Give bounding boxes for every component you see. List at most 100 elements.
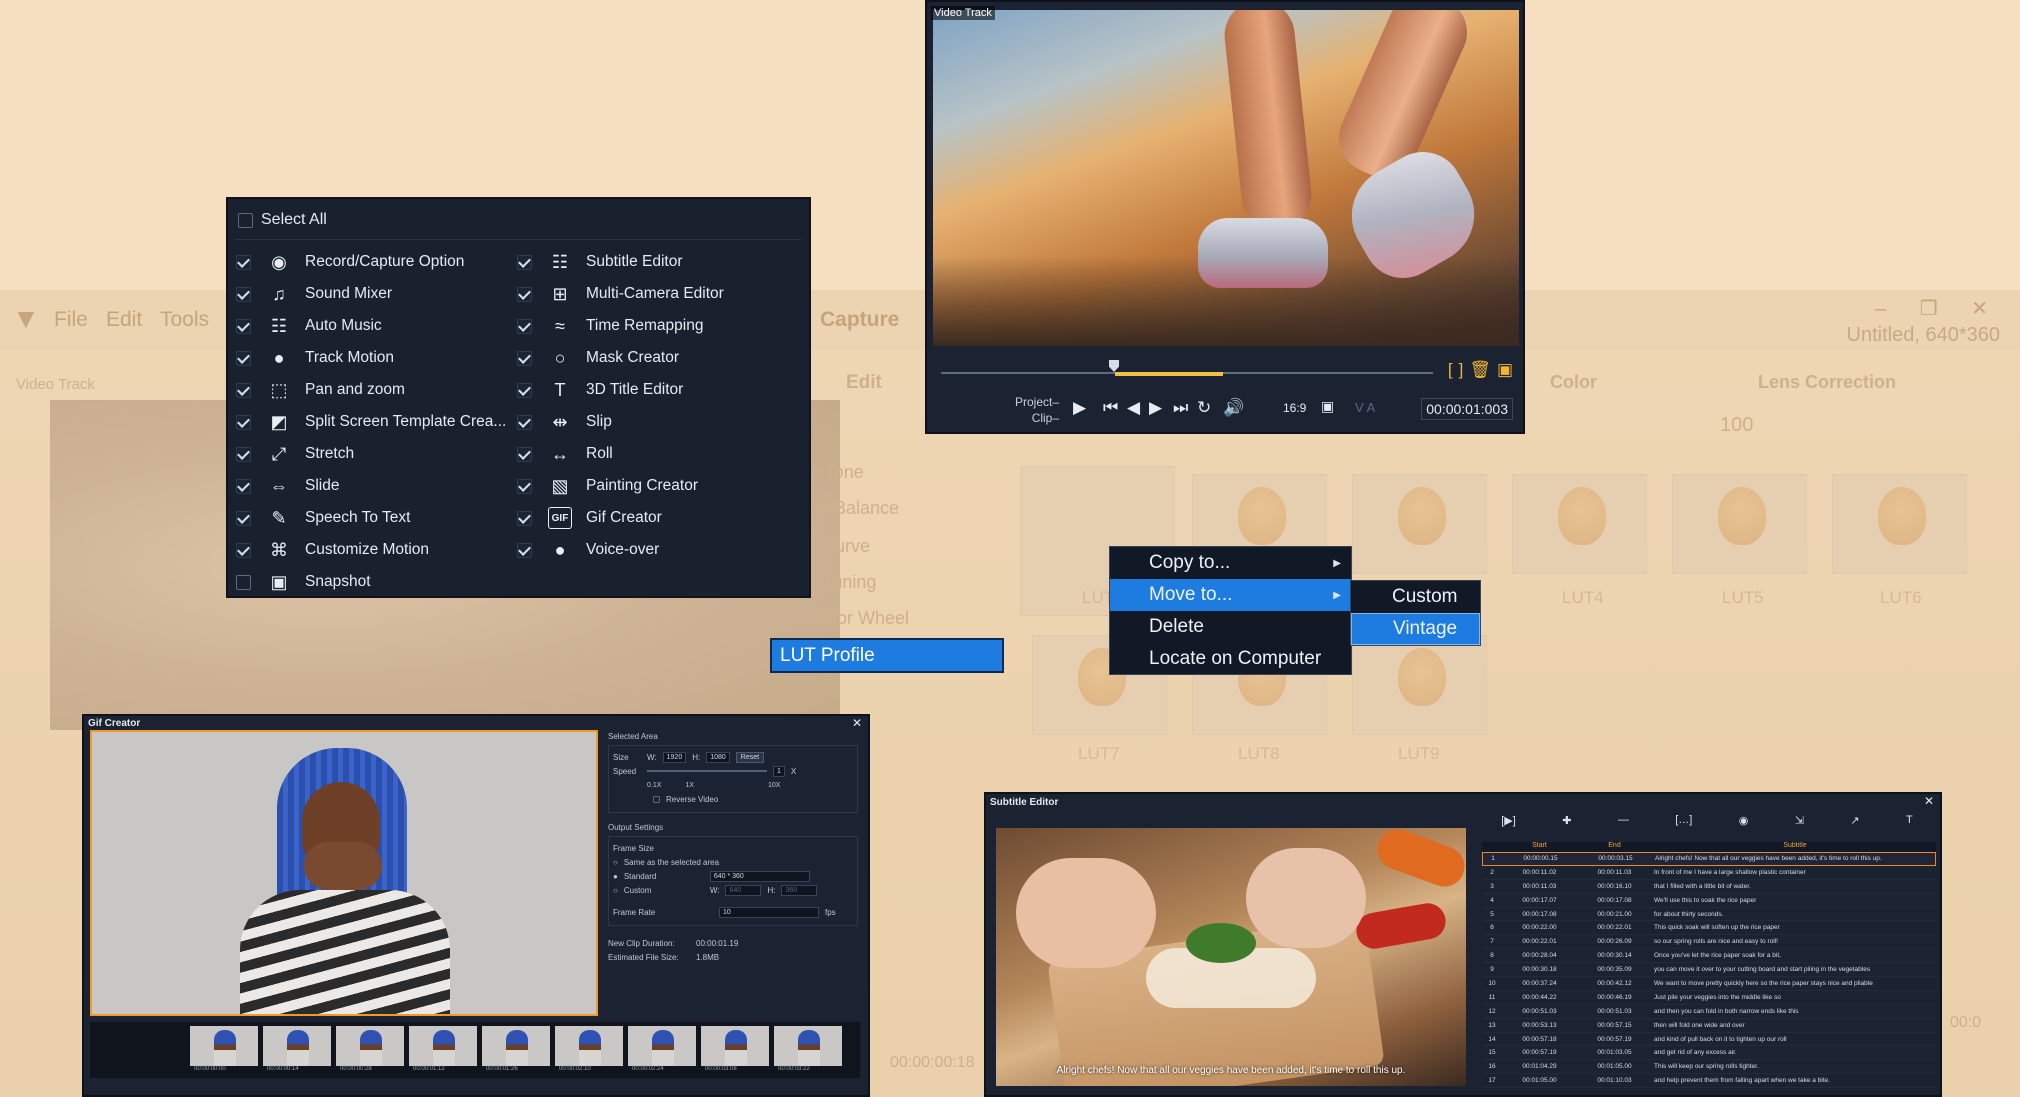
gif-frame-thumbnail[interactable] [774,1026,844,1066]
table-cell[interactable]: for about thirty seconds. [1652,911,1936,918]
lut-tile-4[interactable] [1512,474,1647,574]
table-cell[interactable]: 00:01:03.05 [1577,1049,1652,1056]
width-input[interactable]: 1920 [662,751,687,763]
gif-frame-strip[interactable]: 00:00:00:00 00:00:00:14 00:00:00:28 00:00:0… [90,1022,860,1078]
table-cell[interactable]: 00:00:00.15 [1503,855,1578,862]
table-cell[interactable]: 00:00:22.01 [1577,924,1652,931]
merge-icon[interactable]: […] [1675,814,1692,826]
table-cell[interactable]: you can move it over to your cutting boa… [1652,966,1936,973]
trash-icon[interactable]: 🗑 [1469,360,1491,380]
option-checkbox[interactable] [236,510,251,526]
table-row[interactable]: 17 00:01:05.00 00:01:10.03 and help prevent… [1482,1074,1936,1089]
standard-select[interactable]: 640 * 360 [709,870,810,882]
table-cell[interactable]: 00:00:51.03 [1577,1008,1652,1015]
option-row[interactable]: ▣ Snapshot [236,566,506,598]
table-cell[interactable]: 00:00:30.14 [1577,952,1652,959]
option-checkbox[interactable] [236,478,251,494]
table-row[interactable]: 13 00:00:53.13 00:00:57.15 then will fold o… [1482,1019,1936,1033]
reset-button[interactable]: Reset [735,751,765,763]
table-cell[interactable]: and get rid of any excess air. [1652,1049,1936,1056]
text-options-icon[interactable]: T [1906,814,1913,826]
gif-frame-thumbnail[interactable] [190,1026,260,1066]
option-row[interactable]: ⬚ Pan and zoom [236,374,506,406]
table-cell[interactable]: 00:01:10.03 [1577,1077,1652,1084]
speed-input[interactable]: 1 [773,765,785,777]
radio-standard[interactable]: ● [613,872,618,881]
option-checkbox[interactable] [517,350,532,366]
table-row[interactable]: 15 00:00:57.19 00:01:03.05 and get rid of a… [1482,1046,1936,1061]
playhead-handle[interactable] [1109,360,1119,372]
option-row[interactable]: ⤢ Stretch [236,438,506,470]
height-input[interactable]: 1080 [706,751,730,763]
table-cell[interactable]: 00:00:51.03 [1502,1008,1577,1015]
col-header[interactable]: Subtitle [1652,842,1936,852]
option-row[interactable]: ↔ Roll [517,438,724,470]
table-row[interactable]: 2 00:00:11.02 00:00:11.03 In front of me I … [1482,866,1936,880]
option-checkbox[interactable] [236,254,251,270]
table-cell[interactable]: 00:00:57.19 [1502,1049,1577,1056]
table-cell[interactable]: 00:00:17.07 [1502,897,1577,904]
table-cell[interactable]: 00:00:26.09 [1577,938,1652,945]
table-cell[interactable]: 00:00:11.03 [1577,869,1652,876]
table-cell[interactable]: 00:00:11.02 [1502,869,1577,876]
lut-profile-item[interactable]: LUT Profile [770,638,1004,673]
option-row[interactable]: ◩ Split Screen Template Crea... [236,406,506,438]
reverse-video-checkbox[interactable] [653,795,660,803]
table-row[interactable]: 16 00:01:04.29 00:01:05.00 This will keep o… [1482,1060,1936,1075]
crop-icon[interactable]: ▣ [1321,398,1334,415]
table-row[interactable]: 1 00:00:00.15 00:00:03.15 Alright chefs! No… [1482,852,1936,866]
option-row[interactable]: ≈ Time Remapping [517,310,724,342]
step-forward-icon[interactable]: ▶ [1149,398,1162,418]
option-checkbox[interactable] [517,510,532,526]
table-row[interactable]: 4 00:00:17.07 00:00:17.08 We'll use this to… [1482,894,1936,908]
gif-frame-thumbnail[interactable] [482,1026,552,1066]
menu-tools[interactable]: Tools [160,308,209,332]
color-item-wheel[interactable]: Color Wheel [810,608,909,629]
table-cell[interactable]: 00:00:17.08 [1502,911,1577,918]
option-row[interactable]: ◉ Record/Capture Option [236,246,506,278]
project-mode-label[interactable]: Project [1015,395,1052,409]
aspect-ratio-select[interactable]: 16:9 [1283,401,1306,415]
table-cell[interactable]: 00:00:37.24 [1502,980,1577,987]
va-toggle[interactable]: V A [1355,400,1375,415]
skip-end-icon[interactable]: ⏭ [1173,398,1188,418]
skip-start-icon[interactable]: ⏮ [1103,398,1118,418]
locate-on-computer-item[interactable]: Locate on Computer [1110,643,1351,675]
table-cell[interactable]: 00:00:57.18 [1502,1036,1577,1043]
option-checkbox[interactable] [236,542,251,558]
option-checkbox[interactable] [517,382,532,398]
table-row[interactable]: 7 00:00:22.01 00:00:26.09 so our spring rol… [1482,935,1936,950]
table-row[interactable]: 11 00:00:44.22 00:00:46.19 Just pile your v… [1482,991,1936,1005]
table-cell[interactable]: 00:00:03.15 [1578,855,1653,862]
table-cell[interactable]: that I filled with a little bit of water… [1652,883,1936,890]
table-row[interactable]: 10 00:00:37.24 00:00:42.12 We want to move … [1482,977,1936,991]
gif-frame-thumbnail[interactable] [263,1026,333,1066]
option-row[interactable]: ⇹ Slip [517,406,724,438]
table-row[interactable]: 5 00:00:17.08 00:00:21.00 for about thirty … [1482,908,1936,922]
snapshot-icon[interactable]: ▣ [1497,360,1513,380]
export-icon[interactable]: ↗ [1850,814,1859,827]
option-row[interactable]: ● Voice-over [517,534,724,566]
table-cell[interactable]: so our spring rolls are nice and easy to… [1652,938,1936,945]
option-checkbox[interactable] [236,318,251,334]
edit-tab[interactable]: Edit [846,372,882,394]
vintage-item[interactable]: Vintage [1351,613,1480,645]
option-checkbox[interactable] [517,286,532,302]
table-cell[interactable]: 00:00:57.19 [1577,1036,1652,1043]
table-cell[interactable]: 00:00:22.00 [1502,924,1577,931]
option-checkbox[interactable] [517,254,532,270]
table-cell[interactable]: 00:01:05.00 [1577,1063,1652,1070]
option-row[interactable]: ▧ Painting Creator [517,470,724,502]
table-row[interactable]: 9 00:00:30.18 00:00:35.09 you can move it o… [1482,963,1936,978]
option-checkbox[interactable] [517,478,532,494]
option-row[interactable]: ○ Mask Creator [517,342,724,374]
color-item-tone[interactable]: o Tone [810,462,864,483]
table-cell[interactable]: then will fold one wide and over [1652,1022,1936,1029]
table-cell[interactable]: 00:01:04.29 [1502,1063,1577,1070]
gif-frame-thumbnail[interactable] [336,1026,406,1066]
table-cell[interactable]: We'll use this to soak the rice paper [1652,897,1936,904]
table-cell[interactable]: This will keep our spring rolls tighter. [1652,1063,1936,1070]
table-cell[interactable]: 00:00:17.08 [1577,897,1652,904]
table-cell[interactable]: 00:00:44.22 [1502,994,1577,1001]
option-checkbox[interactable] [236,446,251,462]
